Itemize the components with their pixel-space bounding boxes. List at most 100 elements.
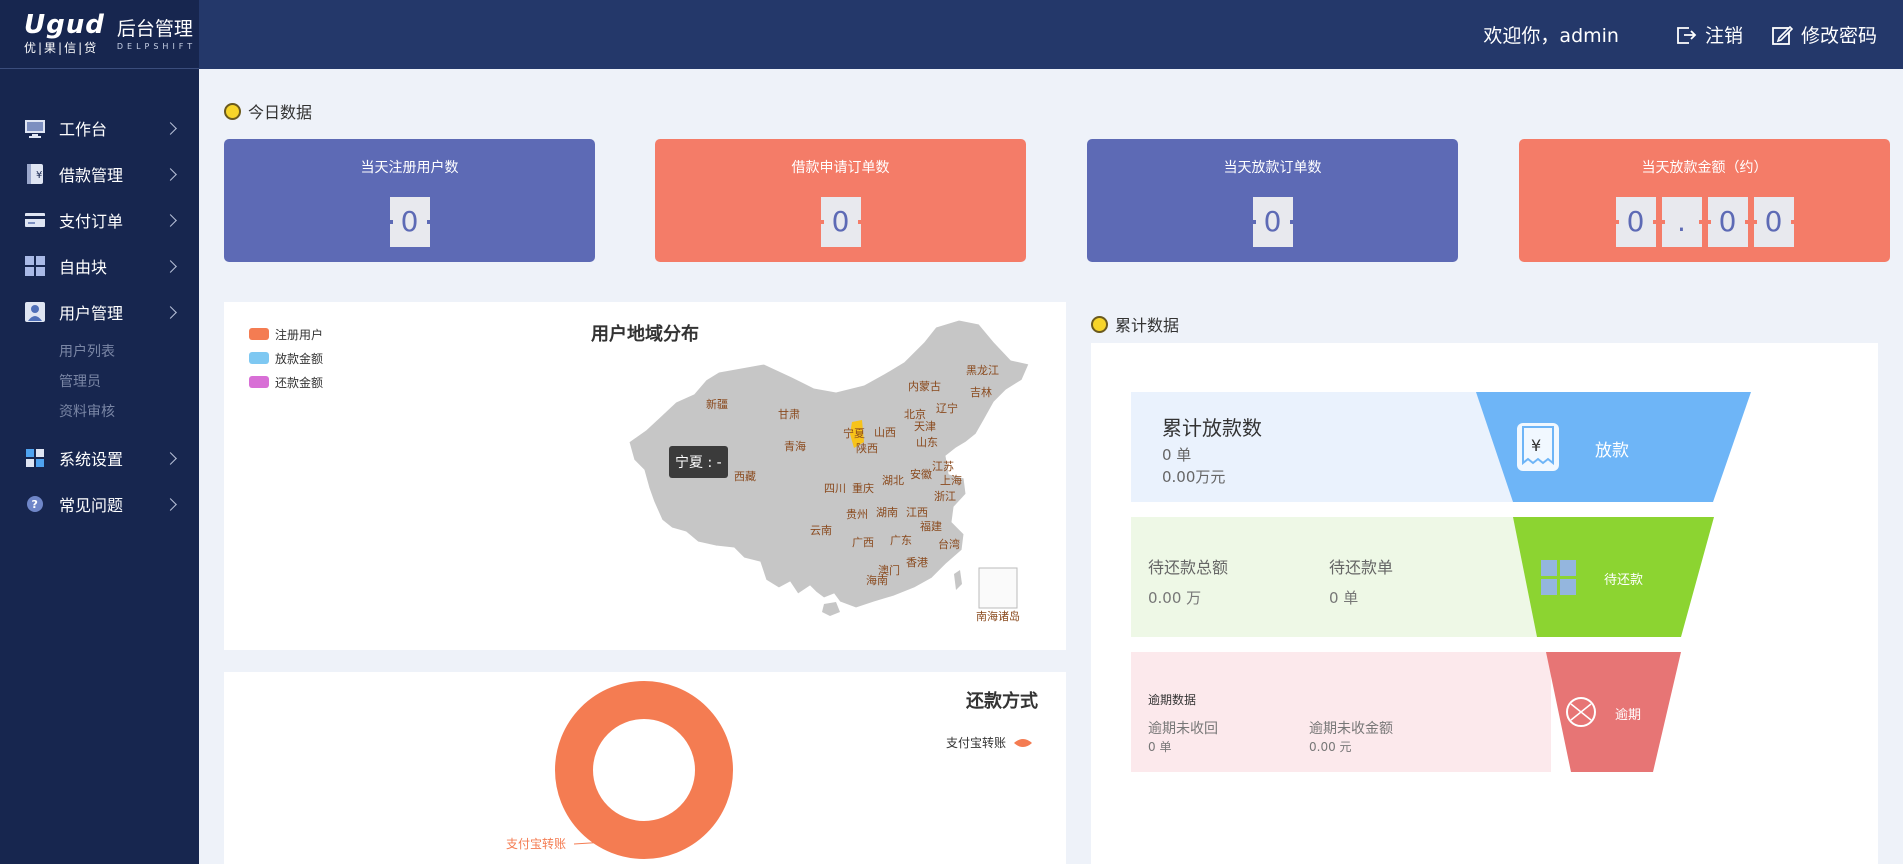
- province-label: 上海: [940, 473, 962, 487]
- cumulative-section-header: 累计数据: [1091, 312, 1179, 336]
- cumulative-section-title: 累计数据: [1115, 316, 1180, 335]
- province-label: 福建: [920, 519, 942, 533]
- repay-donut-chart[interactable]: 支付宝转账: [224, 672, 1066, 864]
- chevron-right-icon: [164, 213, 177, 227]
- province-label: 吉林: [970, 385, 992, 399]
- svg-text:?: ?: [32, 498, 38, 511]
- province-label: 湖北: [882, 474, 904, 487]
- change-password-button[interactable]: 修改密码: [1771, 21, 1877, 48]
- province-label: 西藏: [734, 470, 756, 483]
- yuan-icon: ¥: [1531, 436, 1542, 455]
- sidebar-item-label: 系统设置: [59, 450, 124, 469]
- sidebar-item-faq[interactable]: ? 常见问题: [0, 481, 199, 527]
- overdue-title: 逾期数据: [1148, 693, 1197, 707]
- south-sea-islands-box: [978, 567, 1018, 609]
- logo[interactable]: Ugud 优|果|信|贷: [24, 9, 105, 56]
- sidebar-item-payment-orders[interactable]: 支付订单: [0, 197, 199, 243]
- digit: 0: [820, 197, 861, 247]
- chevron-right-icon: [164, 451, 177, 465]
- province-label: 江西: [906, 506, 928, 519]
- app-subtitle: DELPSHIFT: [116, 41, 197, 51]
- sidebar: Ugud 优|果|信|贷 后台管理 DELPSHIFT 工作台 ¥ 借款管理 支…: [0, 0, 199, 864]
- chevron-right-icon: [164, 305, 177, 319]
- submenu-item-user-list[interactable]: 用户列表: [59, 337, 199, 367]
- funnel-row-loans: 累计放款数 0 单 0.00万元 ¥ 放款: [1131, 392, 1751, 502]
- donut-slice-alipay-transfer: [555, 681, 733, 859]
- windows-icon: [24, 447, 46, 469]
- province-label: 南海诸岛: [976, 609, 1020, 623]
- pending-total-value: 0.00 万: [1148, 589, 1202, 607]
- funnel-row-pending: 待还款总额 0.00 万 待还款单 0 单 待还款: [1131, 517, 1751, 637]
- province-label: 安徽: [910, 467, 932, 481]
- sidebar-item-label: 借款管理: [59, 166, 124, 185]
- logo-wordmark: Ugud: [24, 9, 105, 40]
- province-label: 香港: [906, 556, 928, 569]
- slice-label: 支付宝转账: [506, 836, 566, 851]
- loan-book-icon: ¥: [24, 163, 46, 185]
- change-password-label: 修改密码: [1800, 25, 1877, 47]
- province-label: 云南: [810, 524, 832, 537]
- brand: Ugud 优|果|信|贷 后台管理 DELPSHIFT: [0, 0, 199, 69]
- user-region-map-panel: 注册用户 放款金额 还款金额 用户地域分布 黑龙江 吉林 内蒙古 辽宁 新疆 甘…: [224, 302, 1066, 650]
- province-label: 湖南: [876, 506, 898, 519]
- province-label: 台湾: [938, 537, 960, 551]
- province-label: 青海: [784, 439, 806, 453]
- stat-label: 当天放款金额（约）: [1641, 160, 1768, 176]
- top-header: 欢迎你，admin 注销 修改密码: [199, 0, 1903, 69]
- logout-label: 注销: [1704, 25, 1743, 47]
- logout-button[interactable]: 注销: [1675, 21, 1743, 48]
- overdue-unrecovered-value: 0 单: [1148, 740, 1172, 754]
- question-icon: ?: [24, 493, 46, 515]
- digit-counter: 0: [1087, 197, 1458, 247]
- pending-orders-label: 待还款单: [1329, 558, 1394, 577]
- repay-method-panel: 还款方式 支付宝转账 支付宝转账: [224, 672, 1066, 864]
- province-label: 内蒙古: [908, 379, 941, 393]
- sidebar-item-label: 用户管理: [59, 304, 124, 323]
- sidebar-item-system-settings[interactable]: 系统设置: [0, 435, 199, 481]
- sidebar-item-free-block[interactable]: 自由块: [0, 243, 199, 289]
- chevron-right-icon: [164, 259, 177, 273]
- stat-card-registered-users: 当天注册用户数 0: [224, 139, 595, 262]
- digit-counter: 0 . 0 0: [1519, 197, 1890, 247]
- pending-orders-value: 0 单: [1329, 589, 1359, 607]
- china-map[interactable]: 黑龙江 吉林 内蒙古 辽宁 新疆 甘肃 北京 天津 宁夏 山西 山东 青海 陕西…: [224, 302, 1066, 650]
- cumulative-panel: 累计放款数 0 单 0.00万元 ¥ 放款 待还款总额 0.00 万 待还款单 …: [1091, 343, 1878, 864]
- province-label: 甘肃: [778, 408, 800, 421]
- loan-tag: 放款: [1595, 441, 1629, 461]
- welcome-text: 欢迎你，admin: [1483, 25, 1619, 47]
- digit: 0: [389, 197, 430, 247]
- map-tooltip: 宁夏 : -: [669, 446, 728, 478]
- province-label: 海南: [866, 573, 888, 587]
- digit: .: [1661, 197, 1702, 247]
- submenu-item-admins[interactable]: 管理员: [59, 367, 199, 397]
- user-submenu: 用户列表 管理员 资料审核: [0, 335, 199, 435]
- stat-label: 当天注册用户数: [360, 160, 459, 176]
- user-icon: [24, 301, 46, 323]
- sidebar-item-label: 自由块: [59, 258, 108, 277]
- sidebar-item-user-management[interactable]: 用户管理: [0, 289, 199, 335]
- province-label: 山西: [874, 426, 896, 439]
- province-label: 黑龙江: [966, 364, 999, 377]
- edit-icon: [1772, 25, 1793, 45]
- digit-counter: 0: [224, 197, 595, 247]
- card-icon: [24, 209, 46, 231]
- stat-card-loan-applications: 借款申请订单数 0: [655, 139, 1026, 262]
- province-label: 江苏: [932, 460, 954, 473]
- sidebar-item-workbench[interactable]: 工作台: [0, 105, 199, 151]
- province-label: 陕西: [856, 441, 878, 455]
- province-label: 浙江: [934, 490, 956, 503]
- province-label: 宁夏: [843, 426, 865, 440]
- digit-counter: 0: [655, 197, 1026, 247]
- province-label: 广东: [890, 534, 912, 547]
- sidebar-item-label: 支付订单: [59, 212, 124, 231]
- today-section-title: 今日数据: [248, 103, 313, 122]
- sidebar-item-loan[interactable]: ¥ 借款管理: [0, 151, 199, 197]
- province-label: 天津: [914, 420, 936, 433]
- overdue-tag: 逾期: [1615, 708, 1642, 723]
- submenu-item-document-review[interactable]: 资料审核: [59, 397, 199, 427]
- digit: 0: [1615, 197, 1656, 247]
- province-label: 重庆: [852, 481, 874, 495]
- sidebar-item-label: 工作台: [59, 120, 108, 139]
- stat-label: 借款申请订单数: [791, 160, 890, 176]
- province-label: 广西: [852, 536, 874, 549]
